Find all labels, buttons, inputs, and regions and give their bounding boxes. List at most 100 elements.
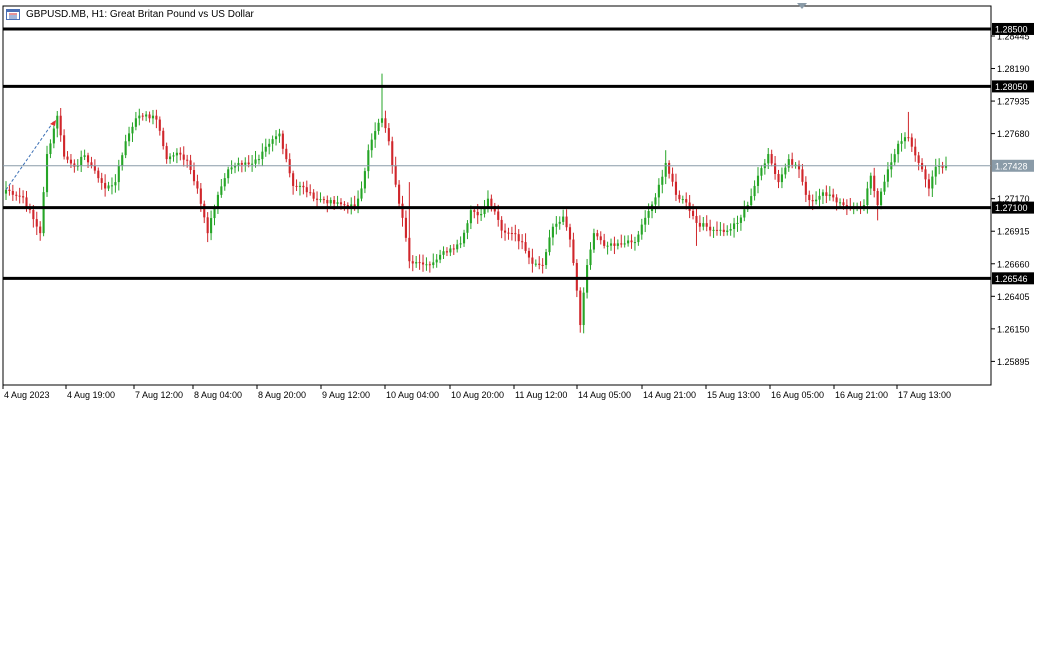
candle-body <box>179 152 182 155</box>
candle-body <box>141 115 144 117</box>
candle-body <box>712 229 715 231</box>
x-tick-label: 14 Aug 05:00 <box>578 390 631 400</box>
candle-body <box>466 223 469 233</box>
candle-body <box>910 137 913 147</box>
candle-body <box>124 141 127 156</box>
candle-body <box>534 263 537 265</box>
candle-body <box>548 237 551 253</box>
level-price-label: 1.26546 <box>995 274 1028 284</box>
candle-body <box>609 243 613 246</box>
candle-body <box>83 155 86 157</box>
candle-body <box>743 209 746 218</box>
candle-body <box>165 146 168 160</box>
candle-body <box>110 185 114 187</box>
candle-body <box>582 292 585 326</box>
candle-body <box>705 223 708 227</box>
chart-background <box>0 0 1045 410</box>
candle-body <box>558 221 561 224</box>
candle-body <box>268 143 271 147</box>
candle-body <box>329 200 332 204</box>
candle-body <box>490 198 493 206</box>
candle-body <box>452 248 455 250</box>
candle-body <box>503 230 507 233</box>
candle-body <box>206 217 209 234</box>
candle-body <box>305 187 308 193</box>
candle-body <box>104 182 107 189</box>
candle-body <box>148 114 151 119</box>
candle-body <box>931 176 934 189</box>
candle-body <box>363 171 366 189</box>
candle-body <box>777 174 780 183</box>
candle-body <box>336 202 339 204</box>
candle-body <box>391 141 394 166</box>
x-tick-label: 17 Aug 13:00 <box>898 390 951 400</box>
candle-body <box>623 243 626 245</box>
candle-body <box>883 181 886 192</box>
x-tick-label: 10 Aug 04:00 <box>386 390 439 400</box>
candle-body <box>603 240 606 246</box>
candle-body <box>73 163 76 167</box>
candle-body <box>394 165 397 185</box>
candle-body <box>671 173 674 182</box>
candle-body <box>787 159 790 168</box>
candle-body <box>117 166 120 183</box>
candlestick-chart[interactable]: 1.284451.281901.279351.276801.271701.269… <box>0 0 1045 410</box>
candle-body <box>514 233 517 235</box>
candle-body <box>80 156 83 166</box>
candle-body <box>97 170 100 179</box>
candle-body <box>175 152 178 156</box>
candle-body <box>678 194 681 200</box>
candle-body <box>127 133 131 142</box>
current-price-label: 1.27428 <box>995 161 1028 171</box>
candle-body <box>435 259 438 263</box>
x-tick-label: 8 Aug 20:00 <box>258 390 306 400</box>
candle-body <box>25 197 28 207</box>
candle-body <box>596 233 599 237</box>
candle-body <box>151 115 155 119</box>
candle-body <box>927 179 930 189</box>
candle-body <box>22 196 25 198</box>
candle-body <box>668 162 671 174</box>
candle-body <box>640 224 643 235</box>
candle-body <box>784 167 787 175</box>
candle-body <box>278 133 281 137</box>
candle-body <box>517 234 520 242</box>
candle-body <box>285 148 288 160</box>
candle-body <box>620 243 623 245</box>
candle-body <box>196 181 199 189</box>
candle-body <box>808 194 811 201</box>
candle-body <box>302 185 305 188</box>
candle-body <box>616 243 619 246</box>
candle-body <box>343 204 346 206</box>
candle-body <box>384 118 387 129</box>
candle-body <box>4 189 8 194</box>
candle-body <box>155 115 158 120</box>
candle-body <box>158 119 161 131</box>
candle-body <box>18 195 21 197</box>
candle-body <box>562 216 565 222</box>
chart-header: GBPUSD.MB, H1: Great Britan Pound vs US … <box>6 6 254 22</box>
candle-body <box>8 189 11 191</box>
candle-body <box>315 198 319 200</box>
candle-body <box>121 155 124 167</box>
candle-body <box>726 230 729 232</box>
candle-body <box>832 194 835 198</box>
candle-body <box>500 219 503 231</box>
candle-body <box>445 251 449 253</box>
level-price-label: 1.27100 <box>995 203 1028 213</box>
candle-body <box>387 128 390 142</box>
candle-body <box>897 143 900 155</box>
candle-body <box>811 200 814 202</box>
candle-body <box>739 217 742 223</box>
candle-body <box>425 264 428 266</box>
candle-body <box>220 186 223 195</box>
candle-body <box>722 229 725 232</box>
candle-body <box>298 185 302 187</box>
candle-body <box>66 156 69 160</box>
candle-body <box>240 162 243 165</box>
candle-body <box>531 257 534 264</box>
chart-window[interactable]: 1.28445 1.28190 1.27935 1.27680 1.27170 1.269… <box>0 0 1045 410</box>
candle-body <box>770 154 773 164</box>
candle-body <box>664 162 667 177</box>
candle-body <box>145 114 148 117</box>
